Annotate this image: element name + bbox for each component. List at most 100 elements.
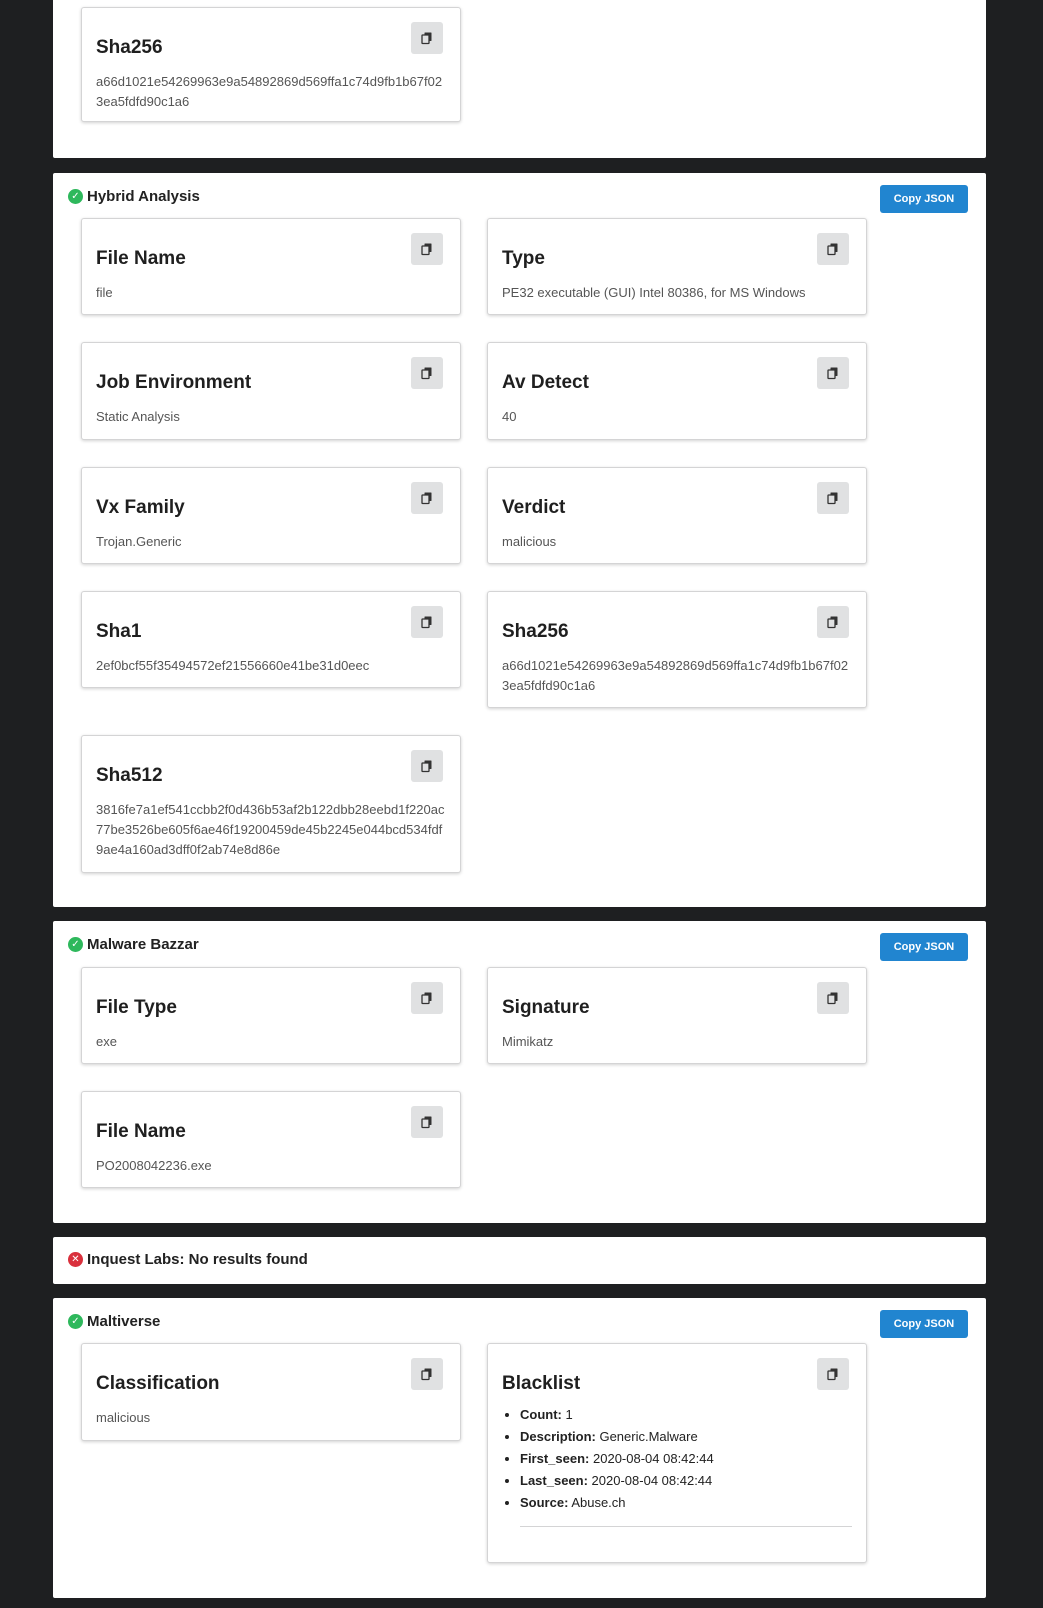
item-key: Description: bbox=[520, 1429, 596, 1444]
copy-json-button[interactable]: Copy JSON bbox=[880, 933, 968, 961]
card-value: a66d1021e54269963e9a54892869d569ffa1c74d… bbox=[502, 658, 849, 693]
hybrid-analysis-panel: ✓ Hybrid Analysis Copy JSON File Name fi… bbox=[53, 173, 986, 907]
copy-icon bbox=[827, 367, 838, 379]
check-circle-icon: ✓ bbox=[68, 937, 83, 952]
copy-json-button[interactable]: Copy JSON bbox=[880, 185, 968, 213]
copy-icon bbox=[827, 992, 838, 1004]
card-title: Verdict bbox=[502, 497, 566, 518]
verdict-card: Verdict malicious bbox=[487, 467, 867, 564]
copy-button[interactable] bbox=[817, 482, 849, 514]
job-environment-card: Job Environment Static Analysis bbox=[81, 342, 461, 440]
item-key: Source: bbox=[520, 1495, 569, 1510]
sha256-card: Sha256 a66d1021e54269963e9a54892869d569f… bbox=[487, 591, 867, 708]
panel-title: Hybrid Analysis bbox=[87, 188, 200, 205]
card-title: Sha256 bbox=[502, 621, 569, 642]
file-type-card: File Type exe bbox=[81, 967, 461, 1064]
maltiverse-panel: ✓ Maltiverse Copy JSON Classification ma… bbox=[53, 1298, 986, 1598]
type-card: Type PE32 executable (GUI) Intel 80386, … bbox=[487, 218, 867, 315]
copy-icon bbox=[421, 992, 432, 1004]
copy-button[interactable] bbox=[817, 606, 849, 638]
copy-icon bbox=[421, 32, 432, 44]
card-value: Trojan.Generic bbox=[96, 534, 182, 549]
card-title: Blacklist bbox=[502, 1373, 581, 1394]
copy-icon bbox=[827, 616, 838, 628]
copy-button[interactable] bbox=[817, 982, 849, 1014]
copy-button[interactable] bbox=[817, 1358, 849, 1390]
card-title: Av Detect bbox=[502, 372, 589, 393]
card-value: PO2008042236.exe bbox=[96, 1158, 212, 1173]
file-name-card: File Name file bbox=[81, 218, 461, 315]
card-title: Vx Family bbox=[96, 497, 185, 518]
card-title: File Name bbox=[96, 1121, 186, 1142]
copy-button[interactable] bbox=[411, 1106, 443, 1138]
check-circle-icon: ✓ bbox=[68, 189, 83, 204]
card-title: Type bbox=[502, 248, 545, 269]
inquest-labs-panel: ✕ Inquest Labs: No results found bbox=[53, 1237, 986, 1284]
sha1-card: Sha1 2ef0bcf55f35494572ef21556660e41be31… bbox=[81, 591, 461, 688]
card-value: PE32 executable (GUI) Intel 80386, for M… bbox=[502, 285, 806, 300]
copy-button[interactable] bbox=[411, 1358, 443, 1390]
copy-icon bbox=[827, 243, 838, 255]
copy-icon bbox=[421, 492, 432, 504]
vx-family-card: Vx Family Trojan.Generic bbox=[81, 467, 461, 564]
item-key: First_seen: bbox=[520, 1451, 590, 1466]
card-value: exe bbox=[96, 1034, 117, 1049]
copy-icon bbox=[827, 492, 838, 504]
copy-icon bbox=[421, 1116, 432, 1128]
copy-json-button[interactable]: Copy JSON bbox=[880, 1310, 968, 1338]
panel-header: ✓ Maltiverse bbox=[68, 1313, 160, 1330]
copy-button[interactable] bbox=[411, 482, 443, 514]
signature-card: Signature Mimikatz bbox=[487, 967, 867, 1064]
divider bbox=[520, 1526, 852, 1527]
malware-bazzar-panel: ✓ Malware Bazzar Copy JSON File Type exe… bbox=[53, 921, 986, 1223]
card-title: Sha1 bbox=[96, 621, 142, 642]
card-value: Static Analysis bbox=[96, 409, 180, 424]
blacklist-card: Blacklist Count: 1 Description: Generic.… bbox=[487, 1343, 867, 1563]
list-item: Source: Abuse.ch bbox=[520, 1492, 852, 1514]
blacklist-list: Count: 1 Description: Generic.Malware Fi… bbox=[502, 1404, 852, 1514]
item-value: 2020-08-04 08:42:44 bbox=[591, 1473, 713, 1488]
item-value: 2020-08-04 08:42:44 bbox=[593, 1451, 714, 1466]
copy-icon bbox=[421, 616, 432, 628]
card-title: File Type bbox=[96, 997, 177, 1018]
panel-title: Malware Bazzar bbox=[87, 936, 199, 953]
sha512-card: Sha512 3816fe7a1ef541ccbb2f0d436b53af2b1… bbox=[81, 735, 461, 873]
copy-icon bbox=[421, 1368, 432, 1380]
copy-button[interactable] bbox=[411, 750, 443, 782]
copy-button[interactable] bbox=[411, 233, 443, 265]
card-value: 2ef0bcf55f35494572ef21556660e41be31d0eec bbox=[96, 658, 370, 673]
card-title: Signature bbox=[502, 997, 590, 1018]
panel-header: ✓ Malware Bazzar bbox=[68, 936, 199, 953]
copy-button[interactable] bbox=[411, 982, 443, 1014]
panel-title: Maltiverse bbox=[87, 1313, 161, 1330]
copy-button[interactable] bbox=[817, 357, 849, 389]
card-value: malicious bbox=[96, 1410, 151, 1425]
av-detect-card: Av Detect 40 bbox=[487, 342, 867, 440]
copy-icon bbox=[421, 760, 432, 772]
classification-card: Classification malicious bbox=[81, 1343, 461, 1441]
copy-button[interactable] bbox=[817, 233, 849, 265]
card-title: File Name bbox=[96, 248, 186, 269]
check-circle-icon: ✓ bbox=[68, 1314, 83, 1329]
copy-icon bbox=[421, 367, 432, 379]
copy-button[interactable] bbox=[411, 357, 443, 389]
card-value: Mimikatz bbox=[502, 1034, 554, 1049]
copy-icon bbox=[827, 1368, 838, 1380]
list-item: Count: 1 bbox=[520, 1404, 852, 1426]
panel-header: ✓ Hybrid Analysis bbox=[68, 188, 200, 205]
copy-button[interactable] bbox=[411, 606, 443, 638]
x-circle-icon: ✕ bbox=[68, 1252, 83, 1267]
card-value: 3816fe7a1ef541ccbb2f0d436b53af2b122dbb28… bbox=[96, 802, 445, 857]
card-value: file bbox=[96, 285, 113, 300]
item-value: Abuse.ch bbox=[571, 1495, 626, 1510]
list-item: Last_seen: 2020-08-04 08:42:44 bbox=[520, 1470, 852, 1492]
list-item: First_seen: 2020-08-04 08:42:44 bbox=[520, 1448, 852, 1470]
sha256-card: Sha256 a66d1021e54269963e9a54892869d569f… bbox=[81, 7, 461, 122]
copy-button[interactable] bbox=[411, 22, 443, 54]
card-title: Sha512 bbox=[96, 765, 163, 786]
panel-title: Inquest Labs: No results found bbox=[87, 1251, 308, 1268]
card-value: malicious bbox=[502, 534, 557, 549]
card-title: Job Environment bbox=[96, 372, 252, 393]
card-value: 40 bbox=[502, 409, 517, 424]
panel-header: ✕ Inquest Labs: No results found bbox=[68, 1251, 308, 1268]
